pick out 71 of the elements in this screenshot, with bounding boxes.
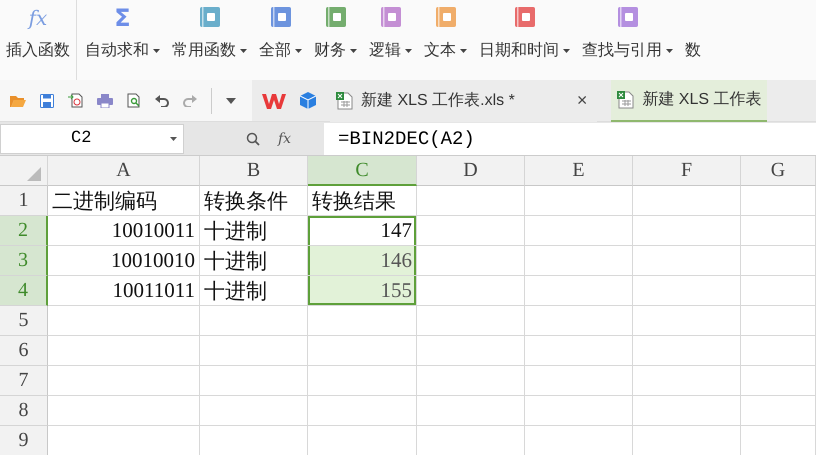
caret-icon bbox=[563, 48, 570, 52]
row-header[interactable]: 5 bbox=[0, 306, 48, 336]
close-tab-button[interactable]: × bbox=[572, 90, 592, 111]
column-header[interactable]: F bbox=[633, 156, 741, 186]
row-header[interactable]: 1 bbox=[0, 186, 48, 216]
book-icon bbox=[616, 6, 638, 28]
function-icon: fx bbox=[28, 4, 48, 32]
insert-function-button[interactable]: fx bbox=[278, 130, 292, 146]
table-cell: 155 bbox=[308, 276, 417, 306]
undo-icon[interactable] bbox=[155, 94, 169, 106]
ribbon-button[interactable]: 财务 bbox=[314, 32, 357, 61]
ribbon-button[interactable]: 插入函数 bbox=[6, 32, 70, 61]
column-header[interactable]: D bbox=[417, 156, 525, 186]
row-header[interactable]: 8 bbox=[0, 396, 48, 426]
tab-label: 新建 XLS 工作表.xls * bbox=[361, 90, 515, 111]
redo-icon[interactable] bbox=[183, 94, 197, 106]
print-preview-icon[interactable] bbox=[127, 93, 141, 108]
caret-icon bbox=[666, 48, 673, 52]
caret-icon bbox=[295, 48, 302, 52]
ribbon-button[interactable]: 日期和时间 bbox=[479, 32, 570, 61]
ribbon-button[interactable]: 逻辑 bbox=[369, 32, 412, 61]
column-header[interactable]: A bbox=[48, 156, 200, 186]
book-icon bbox=[198, 6, 220, 28]
row-header[interactable]: 9 bbox=[0, 426, 48, 455]
spreadsheet-file-icon bbox=[617, 90, 634, 108]
cube-icon[interactable] bbox=[300, 92, 316, 109]
ribbon-button[interactable]: 查找与引用 bbox=[582, 32, 673, 61]
save-icon[interactable] bbox=[40, 94, 54, 108]
triangle-icon bbox=[27, 167, 41, 181]
dropdown-caret-icon[interactable] bbox=[226, 98, 236, 104]
book-icon bbox=[434, 6, 456, 28]
table-cell: 146 bbox=[308, 246, 417, 276]
column-header[interactable]: B bbox=[200, 156, 308, 186]
zoom-icon[interactable] bbox=[246, 132, 260, 146]
table-cell: 10010010 bbox=[48, 246, 200, 276]
w-logo-icon[interactable] bbox=[262, 92, 286, 108]
caret-icon bbox=[350, 48, 357, 52]
book-icon bbox=[324, 6, 346, 28]
table-cell: 转换结果 bbox=[308, 186, 417, 216]
table-cell: 十进制 bbox=[200, 216, 308, 246]
name-box[interactable]: C2 bbox=[0, 124, 184, 154]
ribbon-button[interactable]: 自动求和 bbox=[85, 32, 160, 61]
export-document-icon[interactable] bbox=[68, 93, 83, 108]
table-cell: 二进制编码 bbox=[48, 186, 200, 216]
tab-label: 新建 XLS 工作表 bbox=[642, 90, 762, 110]
table-cell: 147 bbox=[308, 216, 417, 246]
book-icon bbox=[270, 6, 292, 28]
column-header[interactable]: G bbox=[741, 156, 816, 186]
caret-icon bbox=[170, 136, 177, 140]
formula-field[interactable]: =BIN2DEC(A2) bbox=[324, 122, 816, 154]
ribbon-button[interactable]: 常用函数 bbox=[172, 32, 247, 61]
print-icon[interactable] bbox=[97, 94, 113, 108]
caret-icon bbox=[460, 48, 467, 52]
table-cell: 10010011 bbox=[48, 216, 200, 246]
table-cell: 10011011 bbox=[48, 276, 200, 306]
row-header[interactable]: 6 bbox=[0, 336, 48, 366]
caret-icon bbox=[240, 48, 247, 52]
book-icon bbox=[514, 6, 536, 28]
folder-icon[interactable] bbox=[10, 94, 26, 108]
ribbon-button[interactable]: 文本 bbox=[424, 32, 467, 61]
function-icon: Σ bbox=[114, 4, 131, 32]
spreadsheet-file-icon bbox=[336, 92, 353, 110]
book-icon bbox=[380, 6, 402, 28]
row-header[interactable]: 7 bbox=[0, 366, 48, 396]
caret-icon bbox=[405, 48, 412, 52]
table-cell: 转换条件 bbox=[200, 186, 308, 216]
ribbon-button[interactable]: 数 bbox=[685, 32, 701, 61]
ribbon-button[interactable]: 全部 bbox=[259, 32, 302, 61]
column-header[interactable]: E bbox=[525, 156, 633, 186]
document-tab[interactable]: 新建 XLS 工作表 bbox=[611, 80, 768, 122]
caret-icon bbox=[153, 48, 160, 52]
